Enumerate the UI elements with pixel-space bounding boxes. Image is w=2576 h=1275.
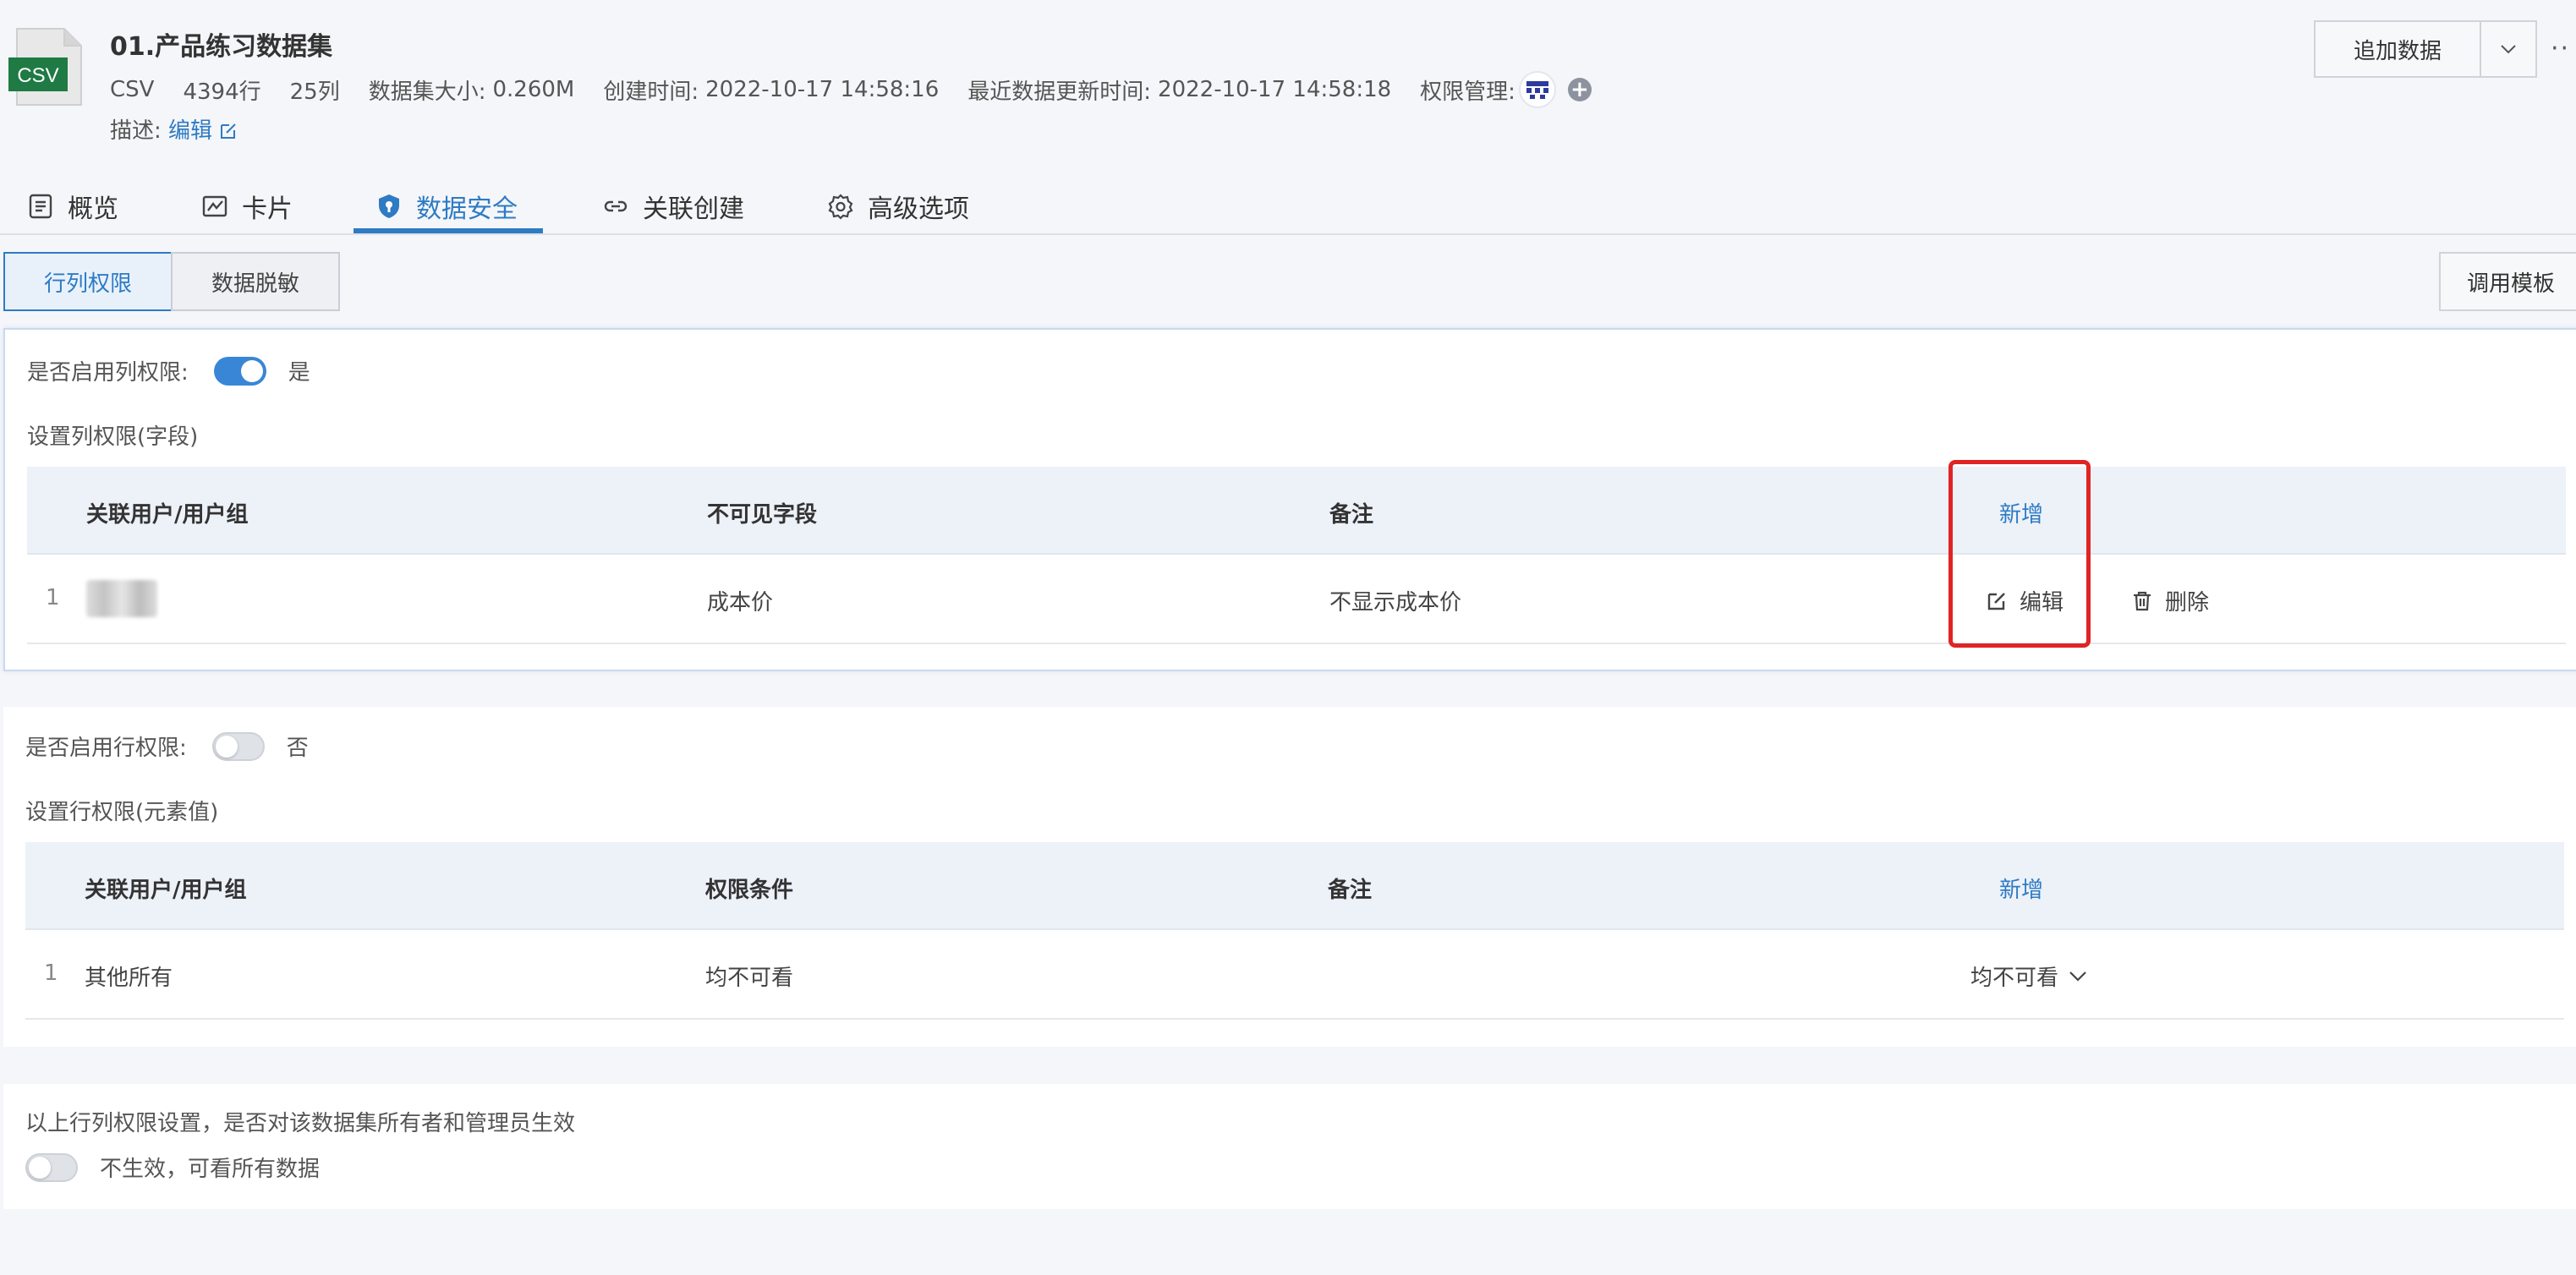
- row-header-note: 备注: [1328, 878, 1373, 903]
- owner-effect-panel: 以上行列权限设置，是否对该数据集所有者和管理员生效 不生效，可看所有数据: [3, 1084, 2576, 1209]
- owner-effect-status: 不生效，可看所有数据: [100, 1157, 321, 1182]
- tab-overview[interactable]: 概览: [27, 179, 118, 233]
- row-perm-table-header: 关联用户/用户组 权限条件 备注 新增: [25, 842, 2564, 930]
- tab-cards[interactable]: 卡片: [201, 179, 293, 233]
- row-perm-section-title: 设置行权限(元素值): [25, 800, 219, 825]
- dataset-meta: CSV 4394行 25列 数据集大小: 0.260M 创建时间: 2022-1…: [110, 71, 1620, 108]
- col-perm-toggle[interactable]: [213, 356, 266, 386]
- created-label: 创建时间:: [603, 79, 699, 105]
- desc-label: 描述:: [110, 118, 162, 144]
- col-header-hidden-field: 不可见字段: [707, 502, 818, 528]
- row-header-condition: 权限条件: [705, 878, 794, 903]
- document-icon: [29, 194, 52, 219]
- link-icon: [604, 200, 628, 212]
- more-menu[interactable]: ··: [2551, 34, 2570, 63]
- row-perm-status: 否: [286, 736, 309, 761]
- apply-template-button[interactable]: 调用模板: [2439, 252, 2576, 311]
- row-perm-enable-row: 是否启用行权限: 否: [25, 731, 309, 762]
- dataset-title: 01.产品练习数据集: [110, 32, 333, 62]
- chevron-down-icon: [2069, 971, 2086, 982]
- owner-effect-toggle[interactable]: [25, 1152, 78, 1182]
- highlight-box: [1948, 460, 2091, 648]
- updated-label: 最近数据更新时间:: [967, 79, 1152, 105]
- table-row: 1 成本价 不显示成本价 编辑 删除: [27, 555, 2566, 644]
- trash-icon: [2134, 591, 2151, 610]
- col-header-user: 关联用户/用户组: [86, 502, 249, 528]
- row-action-dropdown[interactable]: 均不可看: [1970, 960, 2099, 992]
- subtab-data-masking[interactable]: 数据脱敏: [171, 252, 340, 311]
- tab-data-security[interactable]: 数据安全: [375, 179, 518, 233]
- tab-relation-create[interactable]: 关联创建: [602, 179, 744, 233]
- shield-icon: [379, 194, 399, 218]
- chart-icon: [202, 195, 227, 217]
- blurred-user-name: [86, 580, 157, 617]
- gear-icon: [828, 194, 853, 220]
- row-user-value: 其他所有: [85, 966, 173, 991]
- table-row: 1 其他所有 均不可看 均不可看: [25, 930, 2564, 1020]
- dataset-size: 0.260M: [492, 77, 575, 102]
- dataset-format: CSV: [110, 77, 155, 102]
- note-value: 不显示成本价: [1329, 590, 1462, 616]
- owner-effect-question: 以上行列权限设置，是否对该数据集所有者和管理员生效: [25, 1111, 576, 1136]
- main-tabs: 概览 卡片 数据安全 关联创建 高级选项: [0, 166, 2576, 235]
- col-perm-status: 是: [288, 360, 310, 386]
- size-label: 数据集大小:: [368, 79, 486, 105]
- created-time: 2022-10-17 14:58:16: [705, 77, 940, 102]
- add-permission-icon[interactable]: +: [1567, 78, 1592, 101]
- owner-effect-row: 不生效，可看所有数据: [25, 1152, 320, 1183]
- subtab-row-col-permission[interactable]: 行列权限: [3, 252, 173, 311]
- row-index: 1: [44, 960, 58, 986]
- dataset-cols: 25列: [289, 79, 340, 105]
- updated-time: 2022-10-17 14:58:18: [1158, 77, 1392, 102]
- csv-file-icon: CSV: [8, 27, 83, 107]
- desc-edit-link[interactable]: 编辑: [168, 118, 238, 144]
- column-permission-panel: 是否启用列权限: 是 设置列权限(字段) 关联用户/用户组 不可见字段 备注 新…: [3, 328, 2576, 671]
- add-data-button[interactable]: 追加数据: [2314, 20, 2481, 78]
- row-condition-value: 均不可看: [705, 966, 794, 991]
- col-perm-section-title: 设置列权限(字段): [27, 424, 199, 450]
- hidden-field-value: 成本价: [707, 590, 774, 616]
- col-header-note: 备注: [1329, 502, 1374, 528]
- user-avatar[interactable]: [1518, 71, 1556, 108]
- dataset-description: 描述: 编辑: [110, 113, 238, 145]
- dataset-rows: 4394行: [183, 79, 261, 105]
- col-perm-enable-label: 是否启用列权限:: [27, 360, 189, 386]
- edit-icon: [221, 123, 237, 139]
- col-perm-enable-row: 是否启用列权限: 是: [27, 355, 310, 386]
- chevron-down-icon: [2501, 45, 2516, 54]
- active-tab-indicator: [354, 228, 543, 233]
- perm-label: 权限管理:: [1420, 79, 1515, 105]
- row-index: 1: [46, 585, 60, 610]
- col-perm-table-header: 关联用户/用户组 不可见字段 备注 新增: [27, 467, 2566, 555]
- row-header-user: 关联用户/用户组: [85, 878, 247, 903]
- row-permission-panel: 是否启用行权限: 否 设置行权限(元素值) 关联用户/用户组 权限条件 备注 新…: [3, 707, 2576, 1047]
- row-perm-add-button[interactable]: 新增: [1999, 873, 2043, 904]
- row-perm-enable-label: 是否启用行权限:: [25, 736, 187, 761]
- csv-icon-label: CSV: [17, 64, 58, 87]
- delete-button[interactable]: 删除: [2131, 585, 2209, 616]
- row-perm-toggle[interactable]: [211, 731, 265, 761]
- tab-advanced[interactable]: 高级选项: [827, 179, 969, 233]
- add-data-dropdown[interactable]: [2480, 20, 2537, 78]
